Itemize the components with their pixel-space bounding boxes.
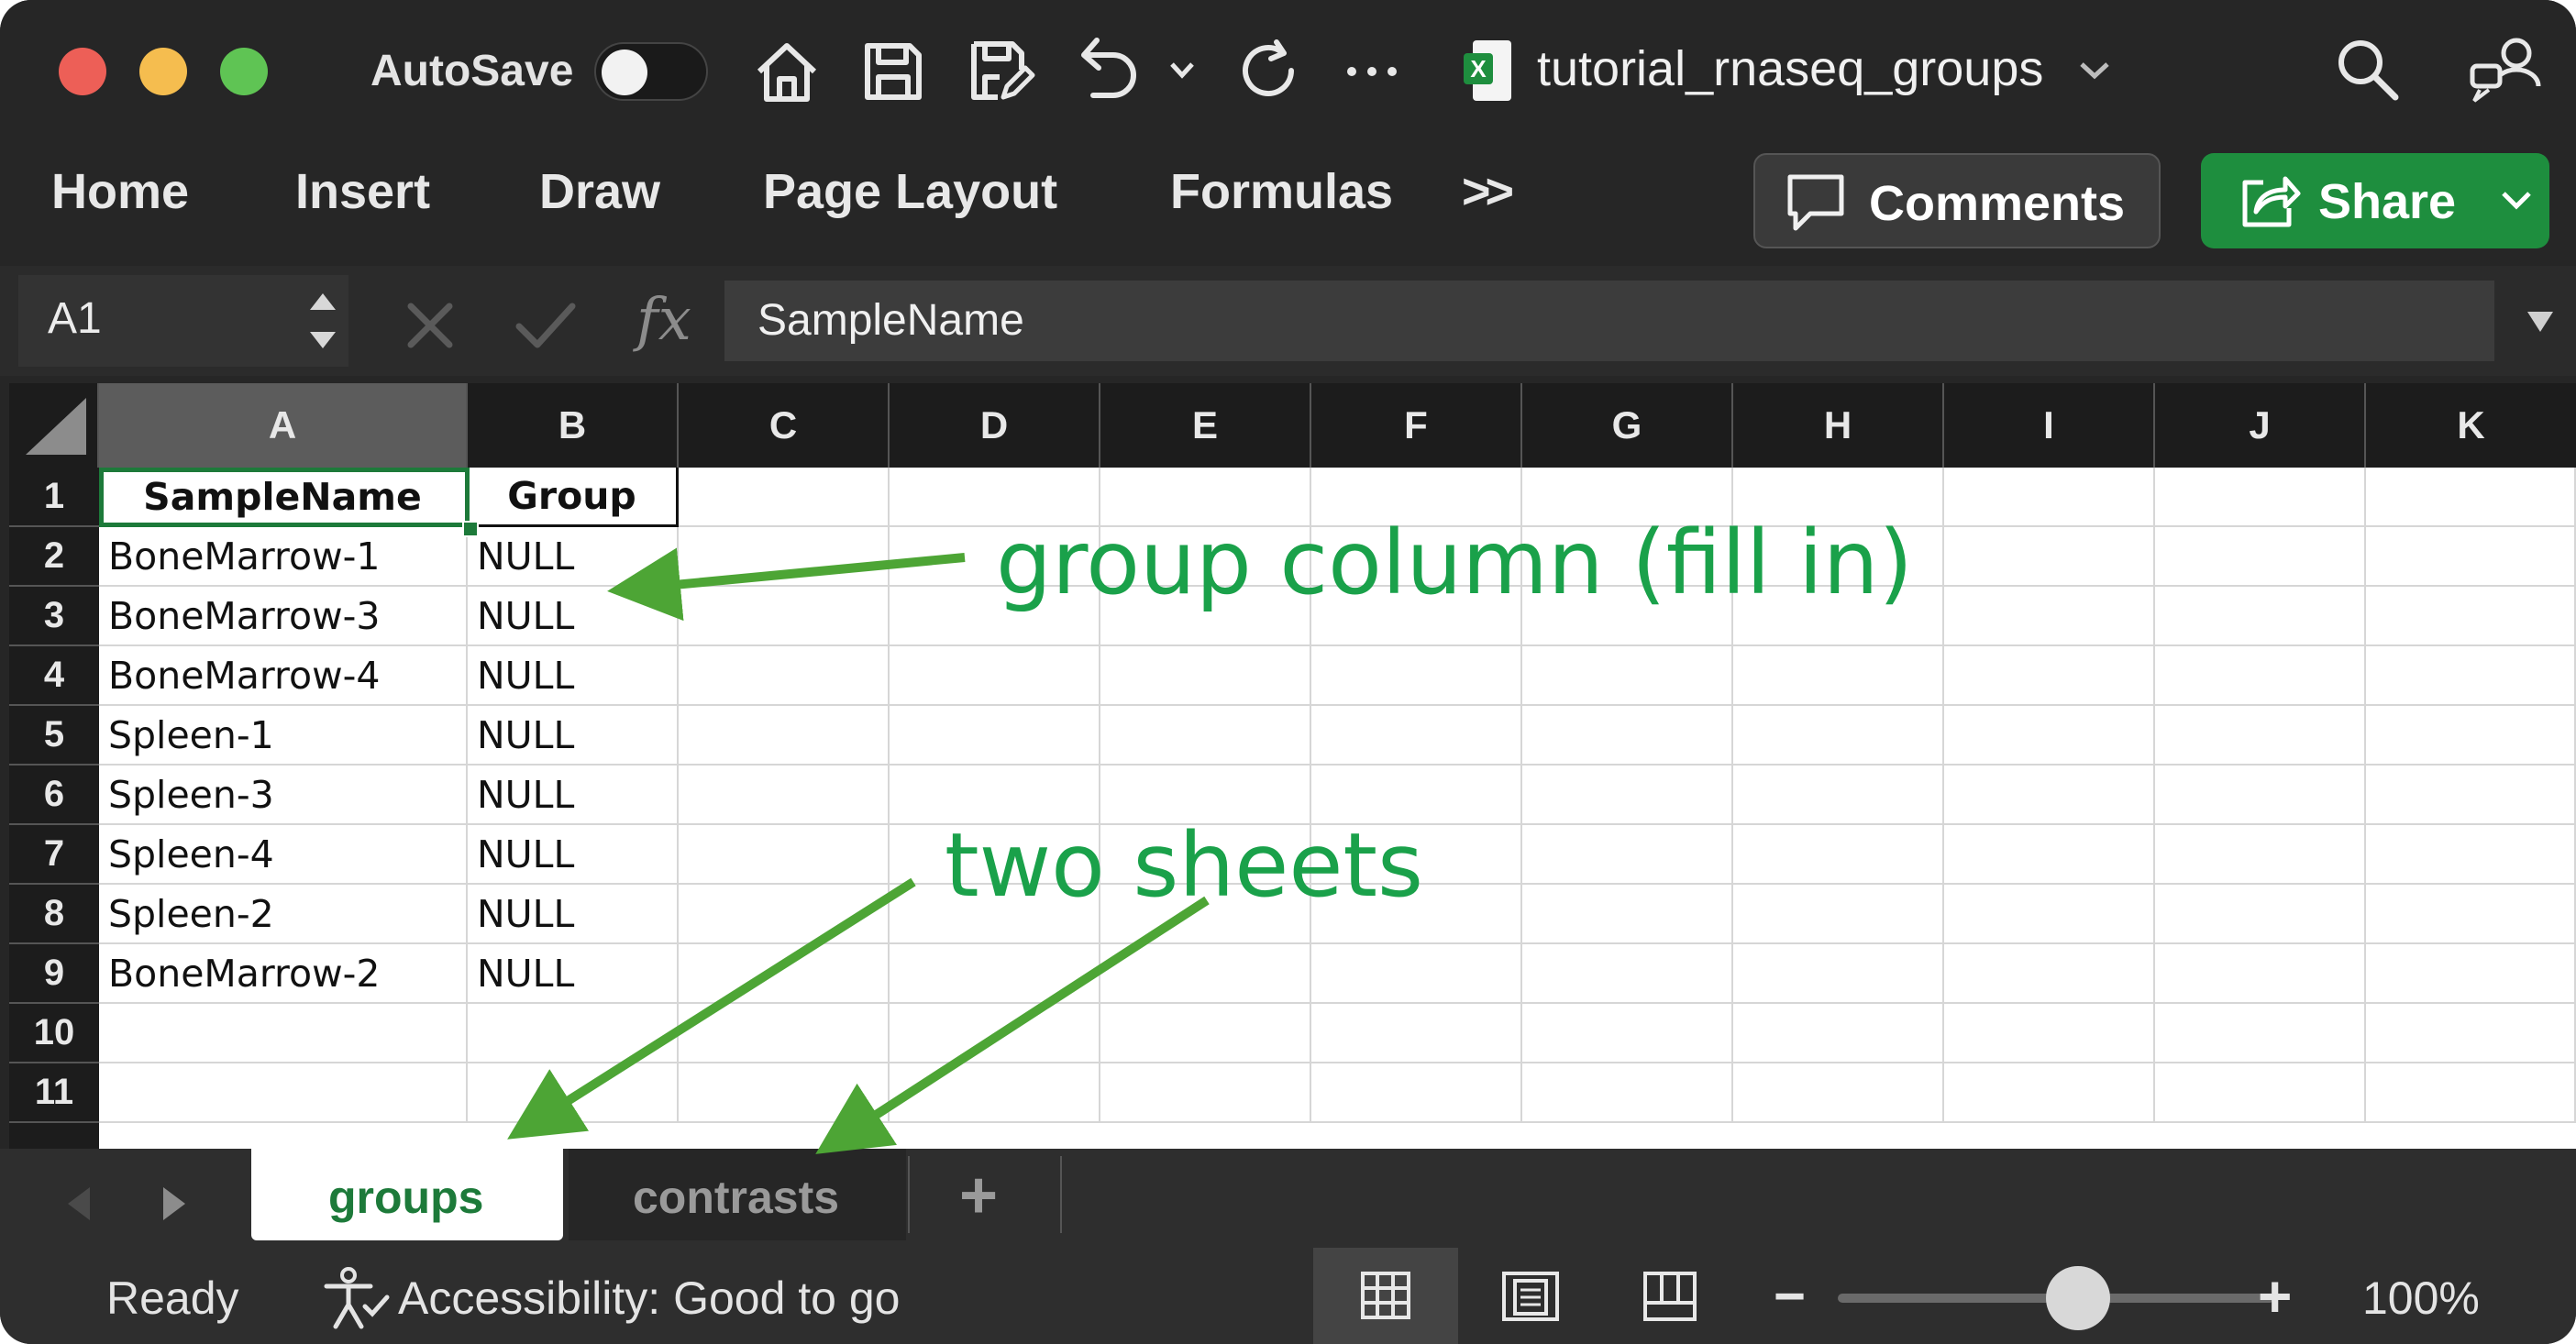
excel-window: AutoSave X tutorial_rnaseq_groups Home I…	[0, 0, 2576, 1344]
arrow-to-groups-sheet	[507, 877, 916, 1140]
arrow-to-contrasts-sheet	[815, 896, 1210, 1154]
arrow-to-group-column	[607, 547, 966, 622]
annotation-arrows	[507, 547, 1210, 1154]
